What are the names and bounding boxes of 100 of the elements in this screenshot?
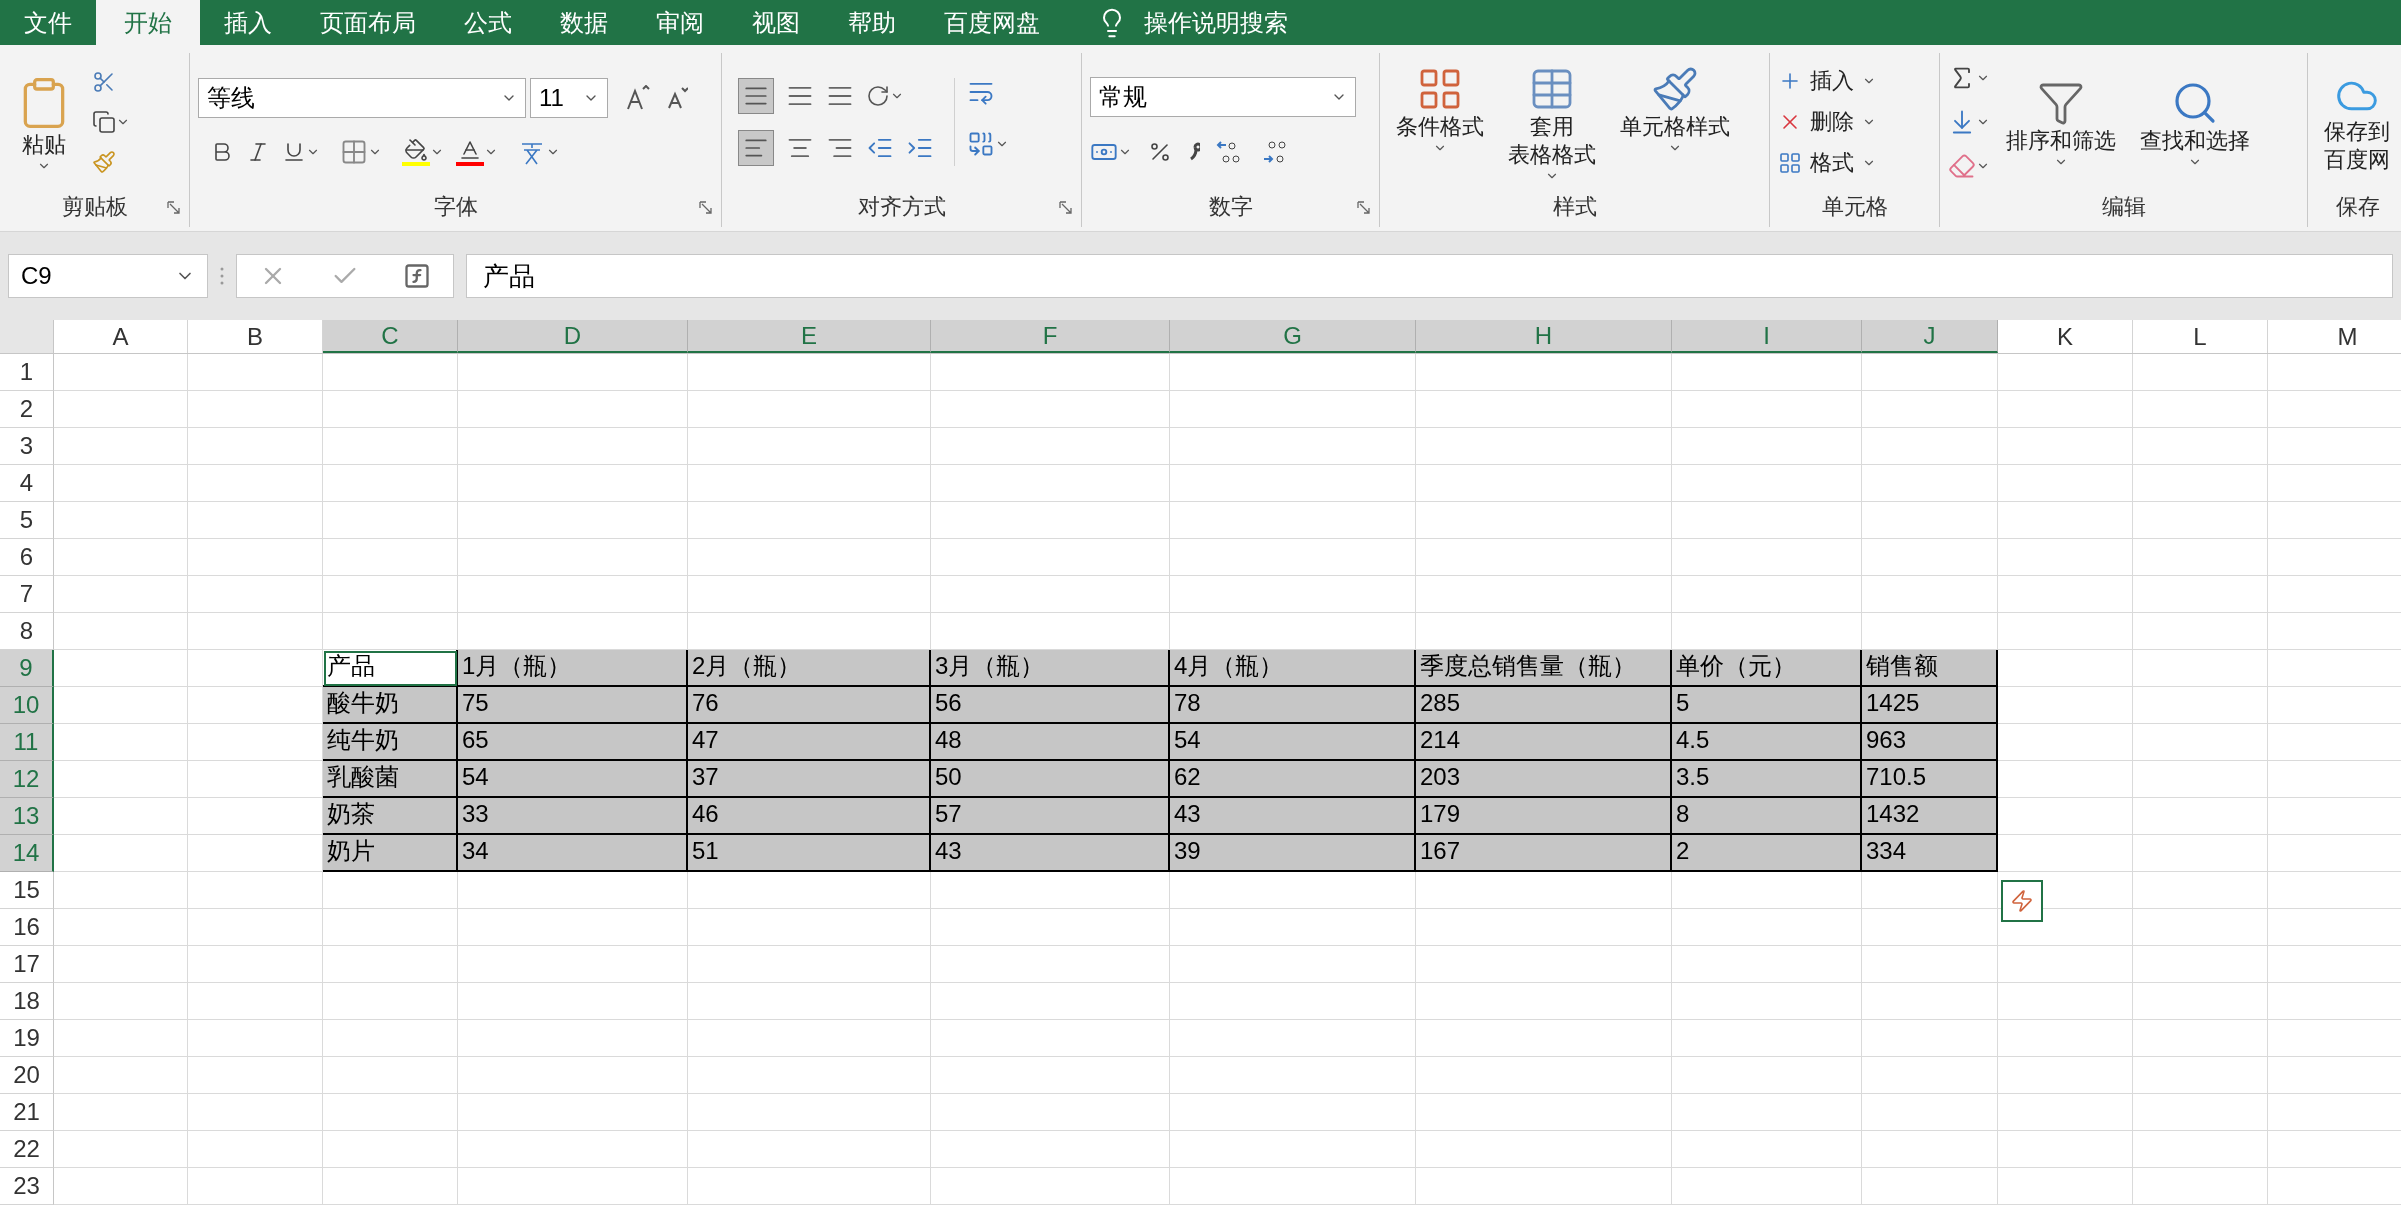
ribbon-button[interactable]: 单元格样式 xyxy=(1612,60,1738,155)
grow-font-icon[interactable] xyxy=(624,84,650,111)
table-cell: 51 xyxy=(688,835,931,872)
row-header[interactable]: 16 xyxy=(0,909,54,946)
table-cell: 167 xyxy=(1416,835,1672,872)
row-header[interactable]: 9 xyxy=(0,650,54,687)
table-cell: 39 xyxy=(1170,835,1416,872)
dialog-launcher-icon[interactable] xyxy=(1357,201,1371,215)
ribbon-tab[interactable]: 数据 xyxy=(536,0,632,45)
row-header[interactable]: 6 xyxy=(0,539,54,576)
column-header[interactable]: F xyxy=(931,320,1170,353)
table-cell: 54 xyxy=(1170,724,1416,761)
row-header[interactable]: 22 xyxy=(0,1131,54,1168)
table-cell: 47 xyxy=(688,724,931,761)
row-header[interactable]: 3 xyxy=(0,428,54,465)
table-cell: 214 xyxy=(1416,724,1672,761)
table-cell: 62 xyxy=(1170,761,1416,798)
table-cell: 产品 xyxy=(323,650,458,687)
copy-icon[interactable] xyxy=(92,109,116,134)
row-header[interactable]: 20 xyxy=(0,1057,54,1094)
row-header[interactable]: 2 xyxy=(0,391,54,428)
ribbon-tab[interactable]: 开始 xyxy=(96,0,200,45)
ribbon-tab[interactable]: 公式 xyxy=(440,0,536,45)
ribbon-button[interactable]: 粘贴 xyxy=(8,70,80,173)
row-header[interactable]: 19 xyxy=(0,1020,54,1057)
row-header[interactable]: 17 xyxy=(0,946,54,983)
table-cell: 57 xyxy=(931,798,1170,835)
table-cell: 3月（瓶） xyxy=(931,650,1170,687)
table-cell: 销售额 xyxy=(1862,650,1998,687)
font-name-field[interactable]: 等线 xyxy=(198,77,526,118)
grip-icon xyxy=(220,266,224,286)
column-header[interactable]: G xyxy=(1170,320,1416,353)
table-cell: 1432 xyxy=(1862,798,1998,835)
row-header[interactable]: 10 xyxy=(0,687,54,724)
table-cell: 963 xyxy=(1862,724,1998,761)
column-header[interactable]: E xyxy=(688,320,931,353)
column-header[interactable]: D xyxy=(458,320,688,353)
comma-style-icon[interactable] xyxy=(1188,140,1200,163)
name-box[interactable]: C9 xyxy=(8,254,208,298)
ribbon-tab[interactable]: 插入 xyxy=(200,0,296,45)
row-header[interactable]: 1 xyxy=(0,354,54,391)
table-cell: 2 xyxy=(1672,835,1862,872)
ribbon-button[interactable]: 查找和选择 xyxy=(2132,74,2258,169)
group-label: 对齐方式 xyxy=(857,194,946,219)
row-header[interactable]: 15 xyxy=(0,872,54,909)
ribbon-button[interactable]: 插入 xyxy=(1778,64,1876,97)
ribbon-tab[interactable]: 帮助 xyxy=(824,0,920,45)
row-header[interactable]: 14 xyxy=(0,835,54,872)
row-header[interactable]: 4 xyxy=(0,465,54,502)
table-cell: 34 xyxy=(458,835,688,872)
row-header[interactable]: 12 xyxy=(0,761,54,798)
orientation-icon[interactable] xyxy=(866,83,890,108)
quick-analysis-button[interactable] xyxy=(2001,880,2043,922)
column-header[interactable]: I xyxy=(1672,320,1862,353)
column-header[interactable]: J xyxy=(1862,320,1998,353)
dialog-launcher-icon[interactable] xyxy=(699,201,713,215)
table-cell: 奶茶 xyxy=(323,798,458,835)
ribbon-button[interactable]: 格式 xyxy=(1778,146,1876,179)
table-cell: 3.5 xyxy=(1672,761,1862,798)
formula-input[interactable]: 产品 xyxy=(466,254,2393,298)
align-left-icon[interactable] xyxy=(738,129,774,166)
shrink-font-icon[interactable] xyxy=(666,85,688,110)
font-size-field[interactable]: 11 xyxy=(530,77,608,118)
ribbon-tab[interactable]: 视图 xyxy=(728,0,824,45)
column-header[interactable]: H xyxy=(1416,320,1672,353)
top-align-icon[interactable] xyxy=(738,77,774,114)
ribbon-tab[interactable]: 百度网盘 xyxy=(920,0,1064,45)
row-header[interactable]: 8 xyxy=(0,613,54,650)
group-label: 单元格 xyxy=(1821,194,1888,219)
row-header[interactable]: 23 xyxy=(0,1168,54,1205)
row-header[interactable]: 13 xyxy=(0,798,54,835)
ribbon-tab[interactable]: 页面布局 xyxy=(296,0,440,45)
ribbon-button[interactable]: 排序和筛选 xyxy=(1998,74,2124,169)
number-format-field[interactable]: 常规 xyxy=(1090,76,1356,117)
column-header[interactable]: C xyxy=(323,320,458,353)
dialog-launcher-icon[interactable] xyxy=(167,201,181,215)
group-label: 编辑 xyxy=(2101,194,2146,219)
cut-icon[interactable] xyxy=(92,69,116,94)
fill-color-icon[interactable] xyxy=(402,137,430,166)
row-header[interactable]: 5 xyxy=(0,502,54,539)
ribbon-button[interactable]: 删除 xyxy=(1778,105,1876,138)
table-cell: 43 xyxy=(1170,798,1416,835)
ribbon-tab[interactable]: 审阅 xyxy=(632,0,728,45)
ribbon-tab[interactable]: 文件 xyxy=(0,0,96,45)
table-cell: 710.5 xyxy=(1862,761,1998,798)
row-header[interactable]: 21 xyxy=(0,1094,54,1131)
group-label: 数字 xyxy=(1208,194,1253,219)
insert-function-icon[interactable] xyxy=(403,262,431,290)
ribbon-button[interactable]: 保存到 百度网 xyxy=(2316,69,2398,174)
ribbon-button[interactable]: 条件格式 xyxy=(1388,60,1492,155)
tell-me-search[interactable]: 操作说明搜索 xyxy=(1144,4,1288,41)
row-header[interactable]: 7 xyxy=(0,576,54,613)
row-header[interactable]: 18 xyxy=(0,983,54,1020)
row-header[interactable]: 11 xyxy=(0,724,54,761)
table-cell: 纯牛奶 xyxy=(323,724,458,761)
table-cell: 46 xyxy=(688,798,931,835)
ribbon-button[interactable]: 套用 表格格式 xyxy=(1500,60,1604,183)
format-icon xyxy=(1778,150,1802,175)
dialog-launcher-icon[interactable] xyxy=(1059,201,1073,215)
table-cell: 33 xyxy=(458,798,688,835)
